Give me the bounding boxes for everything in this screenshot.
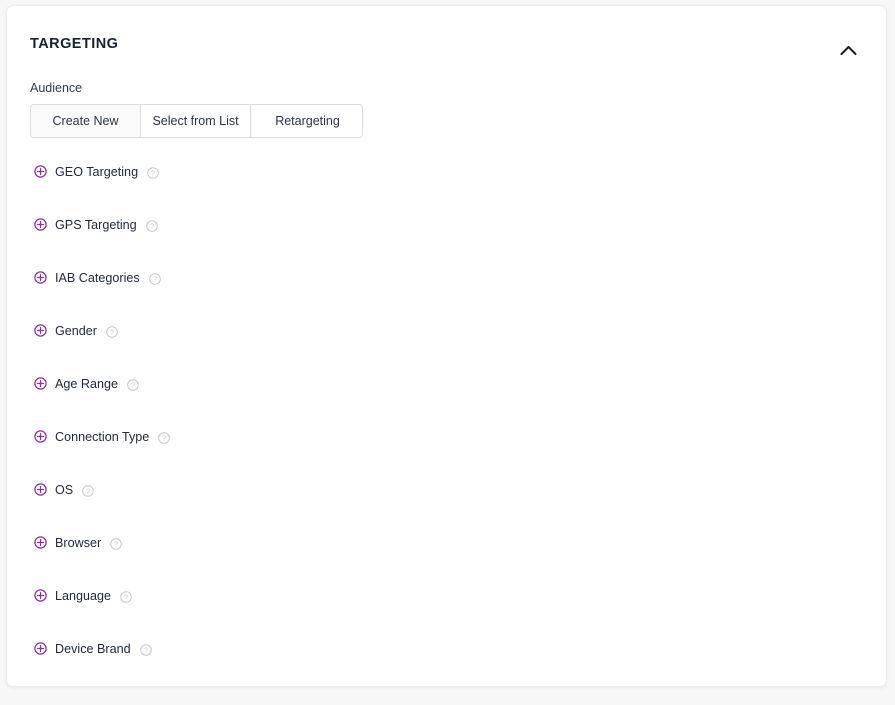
audience-field: Audience Create New Select from List Ret… <box>30 80 363 138</box>
circle-plus-icon[interactable] <box>34 271 47 284</box>
audience-mode-retargeting[interactable]: Retargeting <box>251 105 362 137</box>
question-circle-icon[interactable]: ? <box>82 484 95 497</box>
targeting-option-label: GEO Targeting <box>55 164 139 179</box>
circle-plus-icon[interactable] <box>34 536 47 549</box>
circle-plus-icon[interactable] <box>34 642 47 655</box>
question-circle-icon[interactable]: ? <box>139 643 152 656</box>
question-circle-icon[interactable]: ? <box>127 378 139 391</box>
svg-text:?: ? <box>110 327 114 336</box>
audience-label: Audience <box>30 81 83 95</box>
circle-plus-icon[interactable] <box>34 324 47 337</box>
targeting-option-row[interactable]: GEO Targeting? <box>7 145 886 198</box>
question-circle-icon[interactable]: ? <box>110 537 122 550</box>
svg-text:?: ? <box>162 433 166 442</box>
circle-plus-icon[interactable] <box>34 589 47 602</box>
svg-text:?: ? <box>124 592 128 601</box>
targeting-option-row[interactable]: Device Brand? <box>7 622 886 675</box>
targeting-option-label: GPS Targeting <box>55 217 137 232</box>
circle-plus-icon[interactable] <box>34 483 47 496</box>
question-circle-icon[interactable]: ? <box>158 431 171 444</box>
page-title: TARGETING <box>30 36 119 52</box>
svg-text:?: ? <box>86 486 90 495</box>
targeting-option-label: Gender <box>55 323 98 338</box>
question-circle-icon[interactable]: ? <box>106 325 118 338</box>
svg-text:?: ? <box>151 168 155 177</box>
targeting-option-row[interactable]: Gender? <box>7 304 886 357</box>
chevron-up-icon <box>839 45 857 56</box>
targeting-option-row[interactable]: Browser? <box>7 516 886 569</box>
question-circle-icon[interactable]: ? <box>145 219 158 232</box>
question-circle-icon[interactable]: ? <box>120 590 132 603</box>
svg-text:?: ? <box>150 221 154 230</box>
targeting-option-row[interactable]: Age Range? <box>7 357 886 410</box>
circle-plus-icon[interactable] <box>34 377 47 390</box>
targeting-option-row[interactable]: GPS Targeting? <box>7 198 886 251</box>
audience-mode-button-group: Create New Select from List Retargeting <box>30 104 363 138</box>
question-circle-icon[interactable]: ? <box>147 166 159 179</box>
svg-text:?: ? <box>144 645 148 654</box>
circle-plus-icon[interactable] <box>34 165 47 178</box>
targeting-option-label: Browser <box>55 535 102 550</box>
circle-plus-icon[interactable] <box>34 218 47 231</box>
collapse-panel-button[interactable] <box>832 34 864 66</box>
svg-text:?: ? <box>153 274 157 283</box>
targeting-option-row[interactable]: OS? <box>7 463 886 516</box>
svg-text:?: ? <box>114 539 118 548</box>
circle-plus-icon[interactable] <box>34 430 47 443</box>
targeting-option-label: Device Brand <box>55 641 131 656</box>
targeting-option-label: Language <box>55 588 112 603</box>
targeting-option-row[interactable]: Language? <box>7 569 886 622</box>
targeting-option-row[interactable]: IAB Categories? <box>7 251 886 304</box>
targeting-options-list: GEO Targeting? GPS Targeting? IAB Categori… <box>7 145 886 675</box>
audience-mode-select-from-list[interactable]: Select from List <box>141 105 251 137</box>
audience-mode-create-new[interactable]: Create New <box>31 105 141 137</box>
targeting-option-label: IAB Categories <box>55 270 140 285</box>
card-header: TARGETING <box>7 6 886 68</box>
targeting-option-row[interactable]: Connection Type? <box>7 410 886 463</box>
svg-text:?: ? <box>131 380 135 389</box>
targeting-card: TARGETING Audience Create New Select fro… <box>6 5 887 687</box>
targeting-option-label: OS <box>55 482 74 497</box>
targeting-option-label: Connection Type <box>55 429 150 444</box>
targeting-option-label: Age Range <box>55 376 119 391</box>
question-circle-icon[interactable]: ? <box>148 272 161 285</box>
